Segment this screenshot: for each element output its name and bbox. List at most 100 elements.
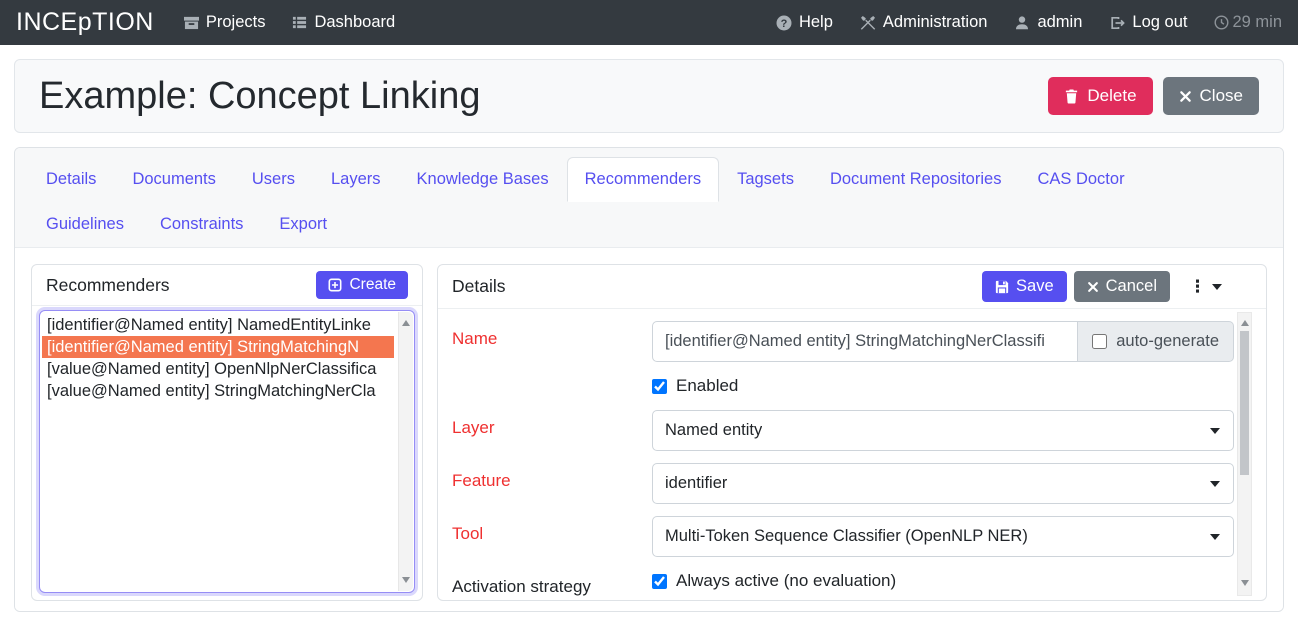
tab-tagsets[interactable]: Tagsets: [719, 157, 812, 202]
tab-recommenders[interactable]: Recommenders: [567, 157, 719, 202]
enabled-label: Enabled: [676, 376, 738, 396]
tab-document-repositories[interactable]: Document Repositories: [812, 157, 1020, 202]
nav-help-label: Help: [799, 13, 833, 32]
tab-layers[interactable]: Layers: [313, 157, 399, 202]
nav-dashboard-label: Dashboard: [314, 13, 395, 32]
nav-logout-label: Log out: [1132, 13, 1187, 32]
close-button[interactable]: Close: [1163, 77, 1259, 115]
name-input[interactable]: [652, 321, 1078, 362]
question-circle-icon: ?: [776, 15, 792, 31]
navbar: INCEpTION Projects Dashboard ? Help Admi…: [0, 0, 1298, 45]
details-panel: Details Save Cancel: [437, 264, 1267, 601]
details-actions: Save Cancel ⋮: [982, 271, 1252, 302]
navbar-right: ? Help Administration admin Log out: [776, 13, 1282, 32]
page-title: Example: Concept Linking: [39, 75, 480, 118]
app-logo[interactable]: INCEpTION: [16, 8, 154, 37]
close-icon: [1179, 90, 1192, 103]
layer-select[interactable]: Named entity: [652, 410, 1234, 451]
details-panel-title: Details: [452, 276, 506, 297]
archive-icon: [184, 15, 199, 30]
activation-row: Activation strategy Always active (no ev…: [452, 569, 1234, 597]
cancel-x-icon: [1087, 281, 1099, 293]
recommenders-listbox[interactable]: [identifier@Named entity] NamedEntityLin…: [39, 310, 415, 593]
details-panel-header: Details Save Cancel: [438, 265, 1266, 309]
feature-label: Feature: [452, 463, 652, 504]
auto-generate-checkbox[interactable]: [1092, 334, 1107, 349]
tab-knowledge-bases[interactable]: Knowledge Bases: [399, 157, 567, 202]
save-icon: [995, 280, 1009, 294]
always-active-checkbox[interactable]: [652, 574, 667, 589]
person-icon: [1014, 15, 1030, 31]
nav-logout[interactable]: Log out: [1109, 13, 1187, 32]
layer-row: Layer Named entity: [452, 410, 1234, 451]
auto-generate-addon: auto-generate: [1078, 321, 1234, 362]
tool-select[interactable]: Multi-Token Sequence Classifier (OpenNLP…: [652, 516, 1234, 557]
feature-select[interactable]: identifier: [652, 463, 1234, 504]
nav-dashboard[interactable]: Dashboard: [292, 13, 395, 32]
enabled-spacer: [452, 374, 652, 396]
scroll-up-arrow-icon[interactable]: [1241, 316, 1249, 326]
session-timer: 29 min: [1214, 13, 1282, 32]
details-scrollbar[interactable]: [1237, 312, 1252, 596]
nav-administration-label: Administration: [883, 13, 988, 32]
recommender-item[interactable]: [value@Named entity] StringMatchingNerCl…: [42, 380, 394, 402]
close-button-label: Close: [1200, 86, 1243, 106]
always-active-label: Always active (no evaluation): [676, 571, 896, 591]
tab-constraints[interactable]: Constraints: [142, 202, 261, 247]
listbox-scrollbar[interactable]: [398, 312, 413, 591]
delete-button[interactable]: Delete: [1048, 77, 1152, 115]
project-title-card: Example: Concept Linking Delete Close: [14, 59, 1284, 133]
page-content: Example: Concept Linking Delete Close De…: [0, 45, 1298, 626]
name-row: Name auto-generate: [452, 321, 1234, 362]
kebab-icon: ⋮: [1189, 278, 1206, 295]
recommender-item[interactable]: [identifier@Named entity] NamedEntityLin…: [42, 314, 394, 336]
nav-user[interactable]: admin: [1014, 13, 1082, 32]
scroll-down-arrow-icon[interactable]: [402, 577, 410, 587]
scrollbar-thumb[interactable]: [1240, 331, 1249, 475]
tab-bar: Details Documents Users Layers Knowledge…: [15, 148, 1283, 248]
recommender-item-selected[interactable]: [identifier@Named entity] StringMatching…: [42, 336, 394, 358]
feature-select-value: identifier: [665, 474, 727, 493]
recommenders-panel: Recommenders Create [identifier@Named en…: [31, 264, 423, 601]
nav-user-label: admin: [1037, 13, 1082, 32]
clock-icon: [1214, 15, 1229, 30]
tools-icon: [860, 15, 876, 31]
navbar-left: Projects Dashboard: [184, 13, 395, 32]
recommenders-tab-content: Recommenders Create [identifier@Named en…: [15, 248, 1283, 611]
always-active-option: Always active (no evaluation): [652, 569, 1234, 591]
tab-users[interactable]: Users: [234, 157, 313, 202]
scroll-up-arrow-icon[interactable]: [402, 316, 410, 326]
nav-projects[interactable]: Projects: [184, 13, 266, 32]
create-button-label: Create: [349, 276, 396, 294]
recommender-item[interactable]: [value@Named entity] OpenNlpNerClassific…: [42, 358, 394, 380]
activation-strategy-label: Activation strategy: [452, 569, 652, 597]
more-options-menu[interactable]: ⋮: [1183, 274, 1228, 299]
save-button[interactable]: Save: [982, 271, 1067, 302]
create-button[interactable]: Create: [316, 271, 408, 299]
tab-export[interactable]: Export: [261, 202, 345, 247]
tab-cas-doctor[interactable]: CAS Doctor: [1019, 157, 1142, 202]
nav-projects-label: Projects: [206, 13, 266, 32]
enabled-checkbox[interactable]: [652, 379, 667, 394]
feature-row: Feature identifier: [452, 463, 1234, 504]
tab-row-1: Details Documents Users Layers Knowledge…: [28, 157, 1270, 202]
recommenders-panel-header: Recommenders Create: [32, 265, 422, 306]
tab-details[interactable]: Details: [28, 157, 114, 202]
scroll-down-arrow-icon[interactable]: [1241, 580, 1249, 590]
layer-select-value: Named entity: [665, 421, 762, 440]
svg-text:?: ?: [781, 18, 788, 30]
nav-administration[interactable]: Administration: [860, 13, 988, 32]
list-icon: [292, 15, 307, 30]
nav-help[interactable]: ? Help: [776, 13, 833, 32]
save-button-label: Save: [1016, 277, 1054, 296]
recommenders-panel-title: Recommenders: [46, 275, 170, 296]
logout-icon: [1109, 15, 1125, 31]
tool-select-value: Multi-Token Sequence Classifier (OpenNLP…: [665, 527, 1028, 546]
layer-label: Layer: [452, 410, 652, 451]
tab-guidelines[interactable]: Guidelines: [28, 202, 142, 247]
name-label: Name: [452, 321, 652, 362]
recommender-form: Name auto-generate: [438, 309, 1266, 600]
tab-documents[interactable]: Documents: [114, 157, 233, 202]
cancel-button[interactable]: Cancel: [1074, 271, 1170, 302]
cancel-button-label: Cancel: [1106, 277, 1157, 296]
